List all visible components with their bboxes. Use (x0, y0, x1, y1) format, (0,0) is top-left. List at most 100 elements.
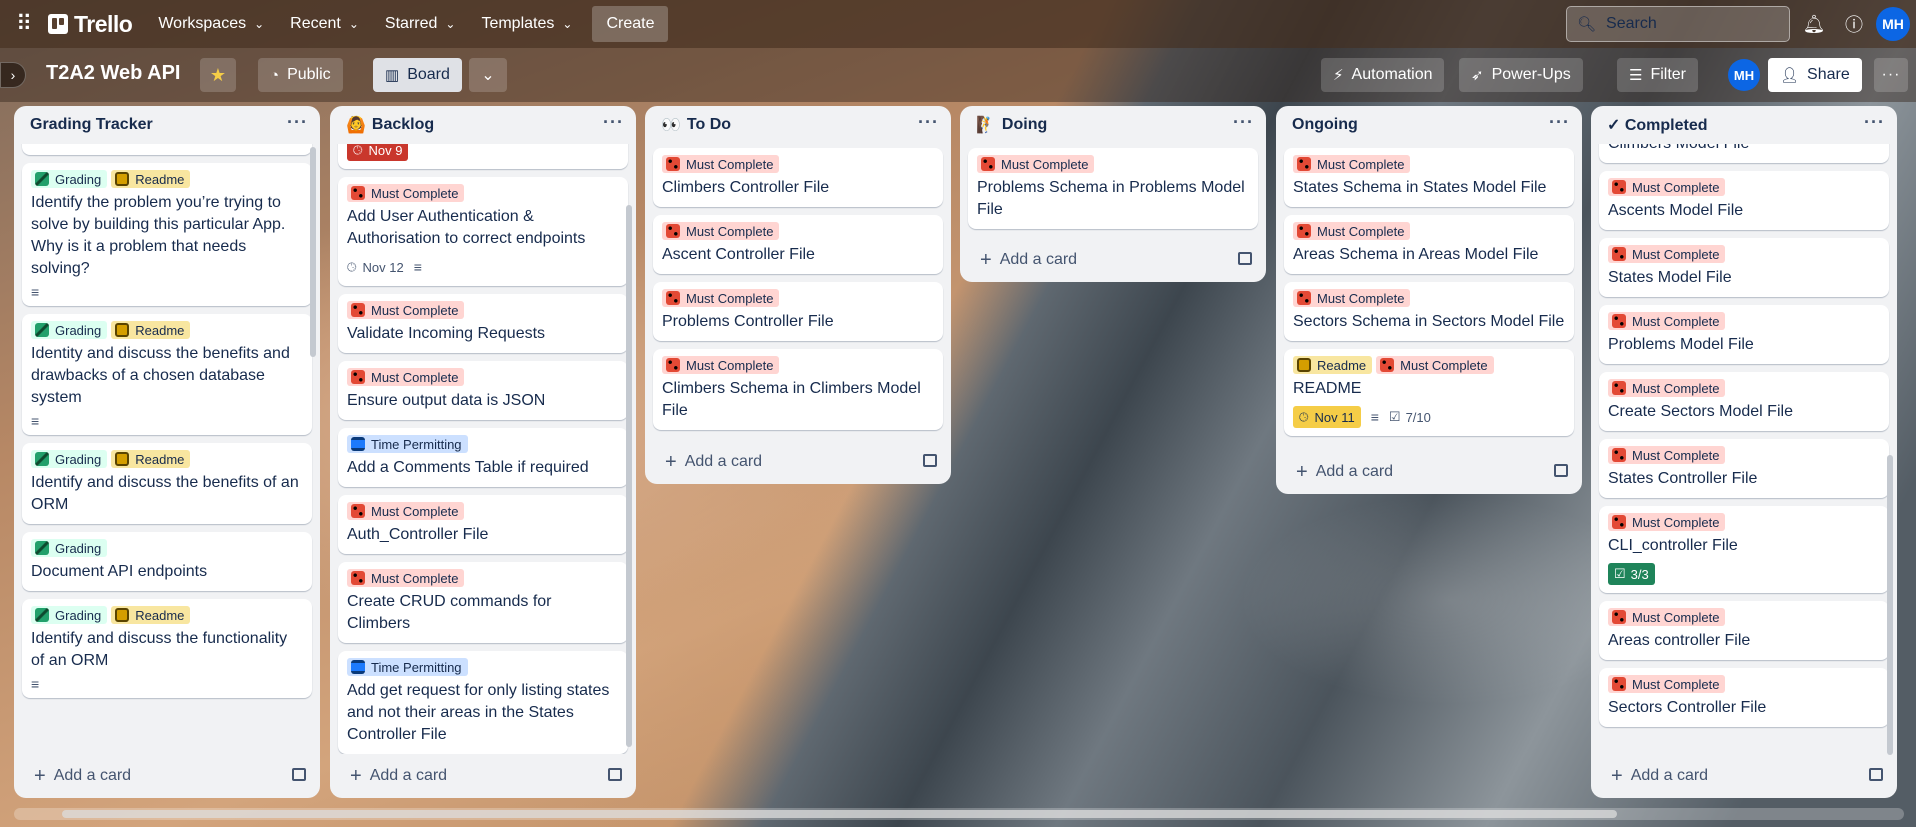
card[interactable]: Must Complete Sectors Schema in Sectors M… (1284, 282, 1574, 341)
time-permitting-label[interactable]: Time Permitting (347, 658, 468, 676)
card[interactable]: 🕓︎ Nov 9 (338, 144, 628, 169)
card[interactable]: Must Complete Validate Incoming Requests (338, 294, 628, 353)
card-template-icon[interactable] (923, 454, 937, 467)
grading-label[interactable]: Grading (31, 321, 108, 339)
starred-menu[interactable]: Starred ⌄ (375, 8, 466, 40)
horizontal-scrollbar-thumb[interactable] (62, 810, 1617, 818)
automation-button[interactable]: ⚡︎ Automation (1321, 58, 1445, 92)
grading-label[interactable]: Grading (31, 450, 108, 468)
must-complete-label[interactable]: Must Complete (662, 356, 780, 374)
card[interactable]: Must Complete Problems Schema in Problems… (968, 148, 1258, 229)
must-complete-label[interactable]: Must Complete (1293, 155, 1411, 173)
card[interactable]: Must Complete Create Sectors Model File (1599, 372, 1889, 431)
must-complete-label[interactable]: Must Complete (1376, 356, 1494, 374)
must-complete-label[interactable]: Must Complete (662, 289, 780, 307)
must-complete-label[interactable]: Must Complete (347, 569, 465, 587)
list-scrollbar[interactable] (310, 147, 316, 357)
must-complete-label[interactable]: Must Complete (662, 222, 780, 240)
card[interactable]: Time Permitting Add get request for only … (338, 651, 628, 754)
list-title[interactable]: Doing (1002, 116, 1047, 134)
share-button[interactable]: 👤︎ Share (1768, 58, 1862, 92)
add-card-button[interactable]: + Add a card (330, 754, 636, 798)
notifications-icon[interactable]: 🔔︎ (1800, 10, 1828, 38)
card[interactable]: Climbers Model File (1599, 144, 1889, 163)
card-template-icon[interactable] (1238, 252, 1252, 265)
grading-label[interactable]: Grading (31, 170, 108, 188)
grading-label[interactable]: Grading (31, 539, 108, 557)
add-card-button[interactable]: + Add a card (1276, 450, 1582, 494)
recent-menu[interactable]: Recent ⌄ (280, 8, 369, 40)
card[interactable]: Must Complete States Model File (1599, 238, 1889, 297)
list-header[interactable]: Grading Tracker ··· (14, 106, 320, 144)
card[interactable]: Must Complete Sectors Controller File (1599, 668, 1889, 727)
must-complete-label[interactable]: Must Complete (347, 301, 465, 319)
card[interactable]: Grading Readme Identify the problem you’re… (22, 163, 312, 306)
must-complete-label[interactable]: Must Complete (347, 502, 465, 520)
card-template-icon[interactable] (1554, 464, 1568, 477)
board-menu-icon[interactable]: ··· (1874, 58, 1908, 92)
card[interactable]: Must Complete Add User Authentication & A… (338, 177, 628, 286)
readme-label[interactable]: Readme (111, 606, 191, 624)
help-icon[interactable]: ⓘ (1840, 10, 1868, 38)
list-title[interactable]: ✓ Completed (1607, 115, 1708, 135)
card[interactable]: Grading Readme Identify and discuss the fu… (22, 599, 312, 698)
add-card-button[interactable]: + Add a card (1591, 754, 1897, 798)
must-complete-label[interactable]: Must Complete (977, 155, 1095, 173)
must-complete-label[interactable]: Must Complete (1608, 446, 1726, 464)
card[interactable]: Must Complete Create CRUD commands for Cl… (338, 562, 628, 643)
list-scrollbar[interactable] (626, 205, 632, 747)
list-menu-icon[interactable]: ··· (1549, 112, 1570, 133)
member-avatar[interactable]: MH (1728, 59, 1760, 91)
add-card-button[interactable]: + Add a card (645, 440, 951, 484)
list-title[interactable]: Grading Tracker (30, 116, 153, 134)
trello-logo[interactable]: Trello (48, 11, 133, 38)
must-complete-label[interactable]: Must Complete (1608, 513, 1726, 531)
list-title[interactable]: To Do (687, 116, 731, 134)
card[interactable]: Must Complete Ascent Controller File (653, 215, 943, 274)
workspaces-menu[interactable]: Workspaces ⌄ (148, 8, 274, 40)
must-complete-label[interactable]: Must Complete (347, 368, 465, 386)
due-date-badge[interactable]: 🕓︎ Nov 12 (347, 256, 404, 278)
readme-label[interactable]: Readme (111, 170, 191, 188)
card[interactable]: Must Complete Problems Controller File (653, 282, 943, 341)
readme-label[interactable]: Readme (111, 321, 191, 339)
grading-label[interactable]: Grading (31, 606, 108, 624)
must-complete-label[interactable]: Must Complete (1608, 245, 1726, 263)
create-button[interactable]: Create (592, 6, 669, 42)
board-title[interactable]: T2A2 Web API (46, 62, 180, 85)
sidebar-expand-icon[interactable]: › (0, 62, 26, 88)
card-template-icon[interactable] (1869, 768, 1883, 781)
user-avatar[interactable]: MH (1876, 7, 1910, 41)
list-menu-icon[interactable]: ··· (603, 112, 624, 133)
must-complete-label[interactable]: Must Complete (1608, 675, 1726, 693)
filter-button[interactable]: ☰ Filter (1617, 58, 1699, 92)
search-input[interactable]: 🔍︎ Search (1566, 6, 1790, 42)
must-complete-label[interactable]: Must Complete (1608, 312, 1726, 330)
card[interactable]: Grading Document API endpoints (22, 532, 312, 591)
card[interactable]: Must Complete Problems Model File (1599, 305, 1889, 364)
card-template-icon[interactable] (608, 768, 622, 781)
card[interactable]: Must Complete Ascents Model File (1599, 171, 1889, 230)
list-title[interactable]: Ongoing (1292, 116, 1358, 134)
list-title[interactable]: Backlog (372, 116, 434, 134)
must-complete-label[interactable]: Must Complete (347, 184, 465, 202)
app-switcher-icon[interactable]: ⠿ (8, 8, 40, 40)
visibility-button[interactable]: ◔ Public (258, 58, 343, 92)
list-menu-icon[interactable]: ··· (1233, 112, 1254, 133)
star-board-icon[interactable]: ★ (200, 58, 236, 92)
templates-menu[interactable]: Templates ⌄ (471, 8, 582, 40)
add-card-button[interactable]: + Add a card (14, 754, 320, 798)
card[interactable]: Time Permitting Add a Comments Table if r… (338, 428, 628, 487)
card[interactable]: Must Complete Climbers Controller File (653, 148, 943, 207)
list-menu-icon[interactable]: ··· (1864, 112, 1885, 133)
card[interactable]: Must Complete Ensure output data is JSON (338, 361, 628, 420)
list-header[interactable]: 👀 To Do ··· (645, 106, 951, 144)
card[interactable]: Readme Must Complete README 🕓︎ Nov 11 ≡ ☑ 7/10 (1284, 349, 1574, 436)
card[interactable]: Must Complete Areas controller File (1599, 601, 1889, 660)
must-complete-label[interactable]: Must Complete (662, 155, 780, 173)
list-header[interactable]: Ongoing ··· (1276, 106, 1582, 144)
board-view-tab[interactable]: ▥ Board (373, 58, 462, 92)
card-template-icon[interactable] (292, 768, 306, 781)
must-complete-label[interactable]: Must Complete (1293, 289, 1411, 307)
must-complete-label[interactable]: Must Complete (1608, 178, 1726, 196)
